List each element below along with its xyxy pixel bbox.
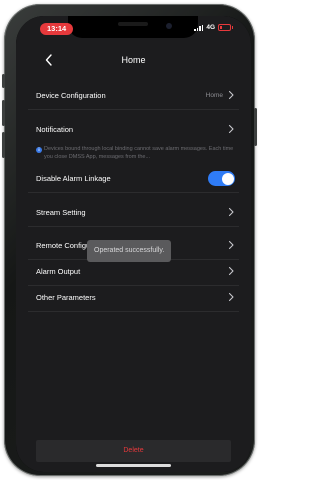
alarm-linkage-toggle[interactable] xyxy=(208,171,235,186)
chevron-right-icon xyxy=(228,266,234,276)
row-other-parameters[interactable]: Other Parameters xyxy=(28,285,239,312)
chevron-right-icon xyxy=(228,124,234,134)
chevron-right-icon xyxy=(228,90,234,100)
phone-screen: 13:14 4G Home Device Configuration Home xyxy=(16,16,251,472)
phone-side-button xyxy=(2,74,5,88)
row-label: Alarm Output xyxy=(36,267,81,276)
info-icon: i xyxy=(36,147,42,153)
row-notification[interactable]: Notification xyxy=(28,117,239,143)
chevron-right-icon xyxy=(228,207,234,217)
status-bar: 13:14 4G xyxy=(16,16,251,40)
delete-button[interactable]: Delete xyxy=(36,440,231,462)
page-title: Home xyxy=(121,55,146,65)
row-label: Disable Alarm Linkage xyxy=(36,174,111,183)
row-label: Device Configuration xyxy=(36,91,106,100)
phone-frame: 13:14 4G Home Device Configuration Home xyxy=(2,4,257,476)
signal-icon xyxy=(194,24,204,31)
row-value: Home xyxy=(205,91,223,99)
network-type: 4G xyxy=(206,24,215,31)
row-device-configuration[interactable]: Device Configuration Home xyxy=(28,83,239,110)
chevron-right-icon xyxy=(228,292,234,302)
phone-power-button xyxy=(254,108,257,146)
home-indicator[interactable] xyxy=(96,464,171,467)
app-screen: 13:14 4G Home Device Configuration Home xyxy=(16,16,251,472)
chevron-right-icon xyxy=(228,240,234,250)
phone-volume-up-button xyxy=(2,100,5,126)
status-time: 13:14 xyxy=(40,23,74,35)
row-label: Notification xyxy=(36,125,74,134)
toast-message: Operated successfully. xyxy=(87,240,172,262)
row-label: Other Parameters xyxy=(36,293,96,302)
status-indicators: 4G xyxy=(194,24,233,31)
row-disable-alarm-linkage: Disable Alarm Linkage xyxy=(28,166,239,193)
row-alarm-output[interactable]: Alarm Output xyxy=(28,259,239,286)
row-stream-setting[interactable]: Stream Setting xyxy=(28,200,239,227)
notice-text: Devices bound through local binding cann… xyxy=(44,146,234,160)
battery-icon xyxy=(218,24,233,31)
nav-bar: Home xyxy=(16,50,251,74)
row-label: Stream Setting xyxy=(36,208,86,217)
phone-volume-down-button xyxy=(2,132,5,158)
